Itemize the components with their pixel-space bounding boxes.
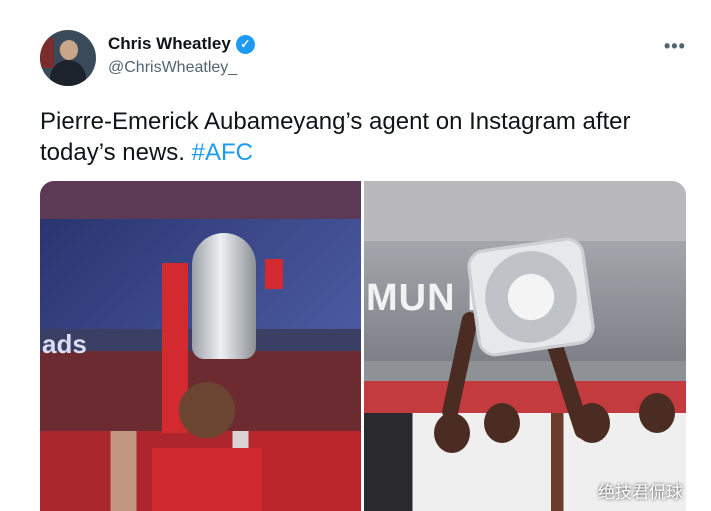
banner-text: ads xyxy=(42,329,87,359)
avatar-body xyxy=(50,60,86,86)
player-head xyxy=(574,403,610,443)
fa-cup-trophy xyxy=(192,233,256,359)
tweet-media: ads MUN HIEI xyxy=(40,181,686,511)
tweet: Chris Wheatley ✓ @ChrisWheatley_ ••• Pie… xyxy=(0,0,711,511)
author-name-text: Chris Wheatley xyxy=(108,34,231,53)
player-head xyxy=(434,413,470,453)
author-handle[interactable]: @ChrisWheatley_ xyxy=(108,59,237,77)
trophy-ribbon-right xyxy=(265,259,283,289)
avatar-background xyxy=(40,38,54,68)
more-options-icon[interactable]: ••• xyxy=(664,36,686,57)
photo-fa-cup-celebration[interactable]: ads xyxy=(40,181,361,511)
avatar-face xyxy=(60,40,78,60)
hashtag-link[interactable]: #AFC xyxy=(192,139,253,166)
player-head xyxy=(484,403,520,443)
player-head xyxy=(639,393,675,433)
tweet-text-body: Pierre-Emerick Aubameyang’s agent on Ins… xyxy=(40,108,631,166)
verified-badge-icon: ✓ xyxy=(235,34,255,54)
watermark: 绝技君侃球 xyxy=(598,483,683,503)
author-name[interactable]: Chris Wheatley ✓ xyxy=(108,34,255,54)
photo-community-shield[interactable]: MUN HIEI xyxy=(364,181,686,511)
avatar[interactable] xyxy=(40,30,96,86)
tweet-text: Pierre-Emerick Aubameyang’s agent on Ins… xyxy=(40,106,700,168)
player-celebrating xyxy=(152,371,262,511)
community-shield-trophy xyxy=(465,235,597,359)
